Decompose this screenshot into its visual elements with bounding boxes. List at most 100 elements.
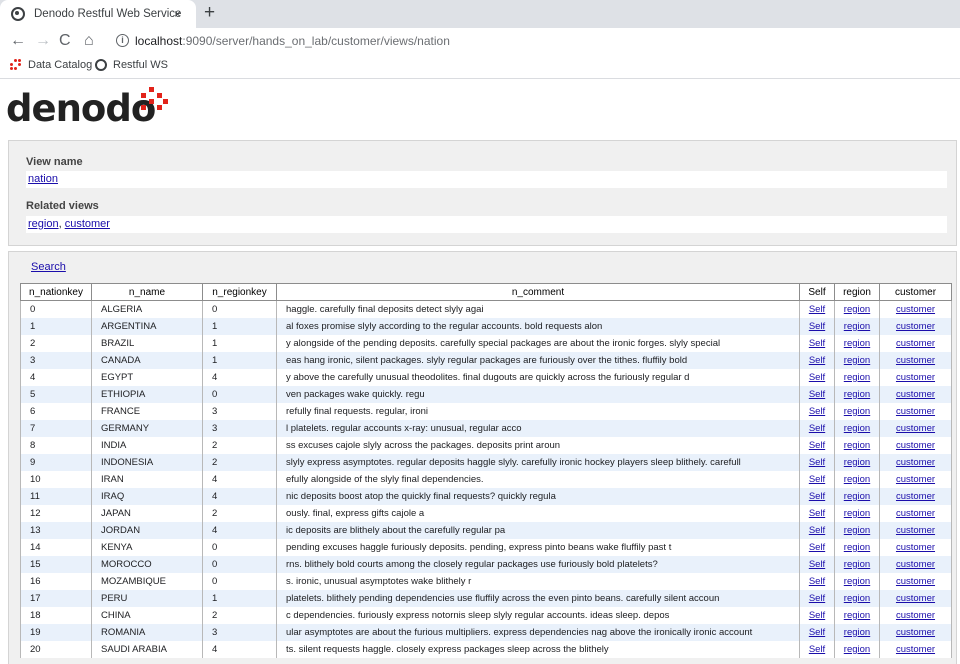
table-link-cell: Self: [799, 504, 835, 522]
bookmark-label: Restful WS: [113, 59, 169, 71]
table-cell: 9: [20, 453, 92, 471]
region-link[interactable]: region: [844, 542, 870, 553]
table-link-cell: customer: [879, 504, 952, 522]
table-link-cell: Self: [799, 351, 835, 369]
customer-link[interactable]: customer: [896, 508, 935, 519]
region-link[interactable]: region: [844, 627, 870, 638]
customer-link[interactable]: customer: [896, 525, 935, 536]
home-button[interactable]: ⌂: [84, 32, 94, 50]
region-link[interactable]: region: [844, 610, 870, 621]
region-link[interactable]: region: [844, 355, 870, 366]
table-cell: 0: [202, 300, 277, 318]
self-link[interactable]: Self: [809, 610, 825, 621]
customer-link[interactable]: customer: [896, 338, 935, 349]
table-row: 11 IRAQ 4 nic deposits boost atop the quick…: [20, 487, 952, 505]
customer-link[interactable]: customer: [896, 474, 935, 485]
self-link[interactable]: Self: [809, 440, 825, 451]
table-cell: 20: [20, 640, 92, 658]
customer-link[interactable]: customer: [896, 440, 935, 451]
self-link[interactable]: Self: [809, 372, 825, 383]
region-link[interactable]: region: [844, 423, 870, 434]
customer-link[interactable]: customer: [896, 423, 935, 434]
region-link[interactable]: region: [844, 440, 870, 451]
self-link[interactable]: Self: [809, 338, 825, 349]
region-link[interactable]: region: [844, 389, 870, 400]
self-link[interactable]: Self: [809, 525, 825, 536]
customer-link[interactable]: customer: [896, 559, 935, 570]
self-link[interactable]: Self: [809, 559, 825, 570]
region-link[interactable]: region: [844, 508, 870, 519]
region-link[interactable]: region: [844, 457, 870, 468]
table-cell: rns. blithely bold courts among the clos…: [276, 555, 800, 573]
self-link[interactable]: Self: [809, 355, 825, 366]
region-link[interactable]: region: [844, 406, 870, 417]
view-name-link[interactable]: nation: [28, 173, 58, 185]
table-cell: y above the carefully unusual theodolite…: [276, 368, 800, 386]
self-link[interactable]: Self: [809, 423, 825, 434]
table-cell: refully final requests. regular, ironi: [276, 402, 800, 420]
table-cell: 7: [20, 419, 92, 437]
region-link[interactable]: region: [844, 474, 870, 485]
table-row: 4 EGYPT 4 y above the carefully unusual the…: [20, 368, 952, 386]
search-link[interactable]: Search: [31, 261, 66, 273]
table-link-cell: customer: [879, 521, 952, 539]
customer-link[interactable]: customer: [896, 406, 935, 417]
region-link[interactable]: region: [844, 372, 870, 383]
self-link[interactable]: Self: [809, 457, 825, 468]
table-cell: 1: [20, 317, 92, 335]
table-row: 2 BRAZIL 1 y alongside of the pending depos…: [20, 334, 952, 352]
column-header: n_comment: [276, 283, 800, 301]
region-link[interactable]: region: [844, 576, 870, 587]
customer-link[interactable]: customer: [896, 304, 935, 315]
customer-link[interactable]: customer: [896, 542, 935, 553]
region-link[interactable]: region: [844, 491, 870, 502]
customer-link[interactable]: customer: [896, 627, 935, 638]
customer-link[interactable]: customer: [896, 355, 935, 366]
self-link[interactable]: Self: [809, 474, 825, 485]
self-link[interactable]: Self: [809, 644, 825, 655]
region-link[interactable]: region: [844, 593, 870, 604]
table-cell: y alongside of the pending deposits. car…: [276, 334, 800, 352]
bookmark-restful-ws[interactable]: Restful WS: [95, 59, 168, 71]
bookmark-data-catalog[interactable]: Data Catalog: [10, 59, 92, 71]
region-link[interactable]: region: [844, 644, 870, 655]
region-link[interactable]: region: [844, 559, 870, 570]
customer-link[interactable]: customer: [896, 457, 935, 468]
browser-tab[interactable]: Denodo Restful Web Service ×: [0, 0, 196, 28]
customer-link[interactable]: customer: [896, 491, 935, 502]
self-link[interactable]: Self: [809, 542, 825, 553]
customer-link[interactable]: customer: [896, 372, 935, 383]
new-tab-button[interactable]: +: [204, 3, 215, 23]
reload-button[interactable]: C: [59, 32, 71, 50]
self-link[interactable]: Self: [809, 627, 825, 638]
table-cell: 1: [202, 589, 277, 607]
self-link[interactable]: Self: [809, 389, 825, 400]
customer-link[interactable]: customer: [896, 321, 935, 332]
self-link[interactable]: Self: [809, 508, 825, 519]
table-cell: 3: [202, 419, 277, 437]
related-link-customer[interactable]: customer: [65, 218, 110, 230]
self-link[interactable]: Self: [809, 406, 825, 417]
customer-link[interactable]: customer: [896, 593, 935, 604]
region-link[interactable]: region: [844, 338, 870, 349]
back-button[interactable]: ←: [10, 32, 26, 50]
self-link[interactable]: Self: [809, 321, 825, 332]
table-row: 20 SAUDI ARABIA 4 ts. silent requests haggl…: [20, 640, 952, 658]
table-link-cell: Self: [799, 572, 835, 590]
address-bar[interactable]: localhost:9090/server/hands_on_lab/custo…: [135, 34, 450, 48]
region-link[interactable]: region: [844, 304, 870, 315]
region-link[interactable]: region: [844, 321, 870, 332]
related-link-region[interactable]: region: [28, 218, 59, 230]
self-link[interactable]: Self: [809, 491, 825, 502]
customer-link[interactable]: customer: [896, 576, 935, 587]
customer-link[interactable]: customer: [896, 610, 935, 621]
close-icon[interactable]: ×: [174, 6, 181, 22]
customer-link[interactable]: customer: [896, 389, 935, 400]
self-link[interactable]: Self: [809, 593, 825, 604]
region-link[interactable]: region: [844, 525, 870, 536]
self-link[interactable]: Self: [809, 304, 825, 315]
info-icon[interactable]: i: [116, 34, 129, 47]
customer-link[interactable]: customer: [896, 644, 935, 655]
forward-button[interactable]: →: [35, 32, 51, 50]
self-link[interactable]: Self: [809, 576, 825, 587]
